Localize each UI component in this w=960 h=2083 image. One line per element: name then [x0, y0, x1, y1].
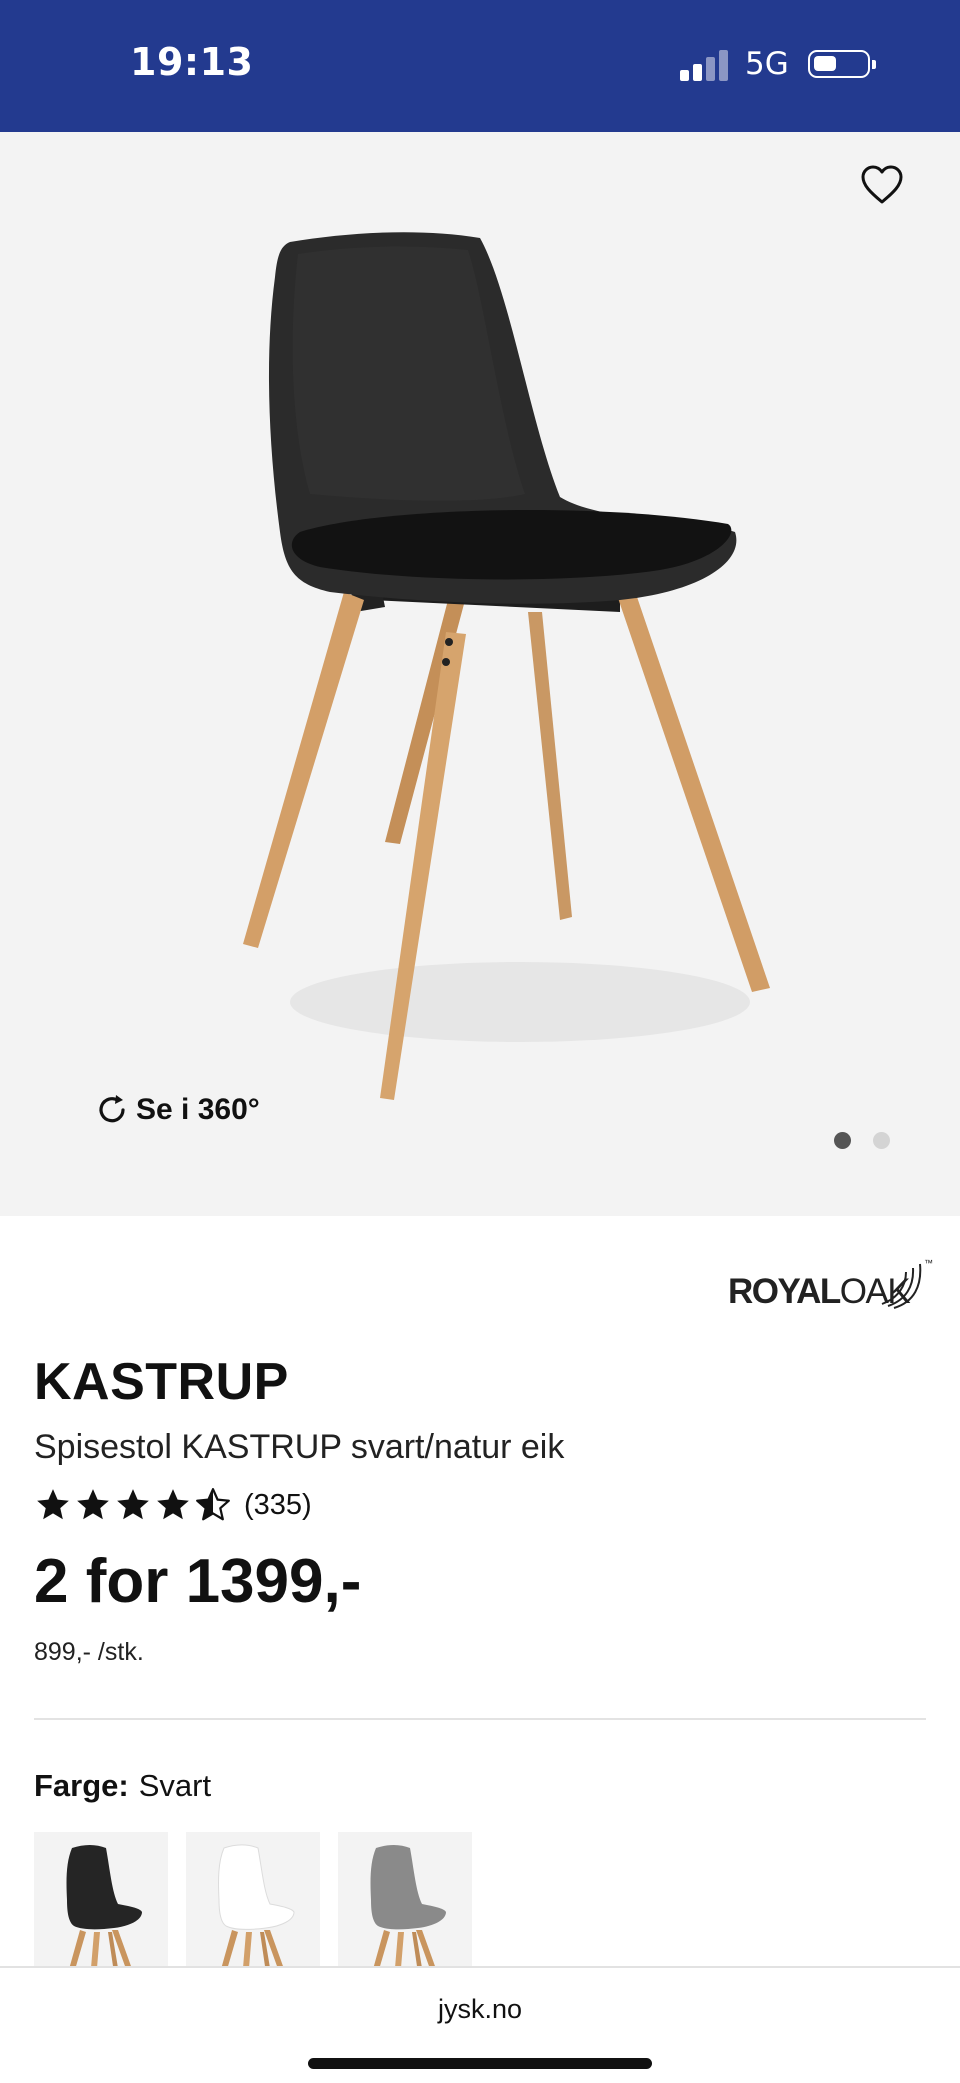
- color-swatch-white[interactable]: [186, 1832, 320, 1966]
- star-full-icon: [77, 1489, 109, 1520]
- color-swatch-black[interactable]: [34, 1832, 168, 1966]
- signal-strength-icon: [680, 49, 732, 81]
- product-rating[interactable]: (335): [34, 1486, 312, 1524]
- color-selected-value: Svart: [138, 1768, 212, 1803]
- color-label: Farge:: [34, 1768, 129, 1803]
- star-full-icon: [157, 1489, 189, 1520]
- product-description: Spisestol KASTRUP svart/natur eik: [34, 1428, 565, 1466]
- star-full-icon: [117, 1489, 149, 1520]
- carousel-pagination: [834, 1132, 890, 1149]
- brand-name-bold: ROYAL: [728, 1272, 841, 1311]
- carousel-dot-1[interactable]: [834, 1132, 851, 1149]
- chair-thumbnail-grey: [370, 1845, 446, 1966]
- favorite-button[interactable]: [860, 164, 904, 206]
- carousel-dot-2[interactable]: [873, 1132, 890, 1149]
- network-type: 5G: [745, 46, 789, 82]
- home-indicator[interactable]: [308, 2058, 652, 2069]
- rotate-icon: [99, 1095, 125, 1123]
- price-unit: 899,- /stk.: [34, 1638, 144, 1666]
- url-text[interactable]: jysk.no: [0, 1994, 960, 2025]
- rating-stars: [34, 1486, 232, 1524]
- chair-product-image: [243, 232, 770, 1100]
- view-360-button[interactable]: Se i 360°: [94, 1090, 260, 1130]
- color-swatch-grey[interactable]: [338, 1832, 472, 1966]
- status-time: 19:13: [130, 40, 254, 84]
- browser-url-bar[interactable]: jysk.no: [0, 1966, 960, 2083]
- chair-thumbnail-white: [218, 1844, 295, 1966]
- price-main: 2 for 1399,-: [34, 1547, 362, 1616]
- heart-outline-icon: [861, 165, 903, 204]
- divider: [34, 1718, 926, 1720]
- brand-arcs-icon: ™: [881, 1258, 933, 1309]
- status-bar: 19:13 5G: [0, 0, 960, 132]
- chair-thumbnail-black: [66, 1845, 142, 1966]
- color-swatches: [34, 1832, 472, 1966]
- star-half-icon: [196, 1488, 230, 1521]
- view-360-label: Se i 360°: [136, 1093, 260, 1126]
- product-image-carousel[interactable]: Se i 360°: [0, 132, 960, 1216]
- brand-logo: ROYALOAK ™: [728, 1254, 933, 1311]
- star-full-icon: [37, 1489, 69, 1520]
- product-name: KASTRUP: [34, 1353, 289, 1411]
- battery-icon: [808, 50, 876, 78]
- rating-count: (335): [244, 1488, 312, 1521]
- color-selector-label: Farge: Svart: [34, 1768, 211, 1804]
- trademark-symbol: ™: [924, 1258, 933, 1268]
